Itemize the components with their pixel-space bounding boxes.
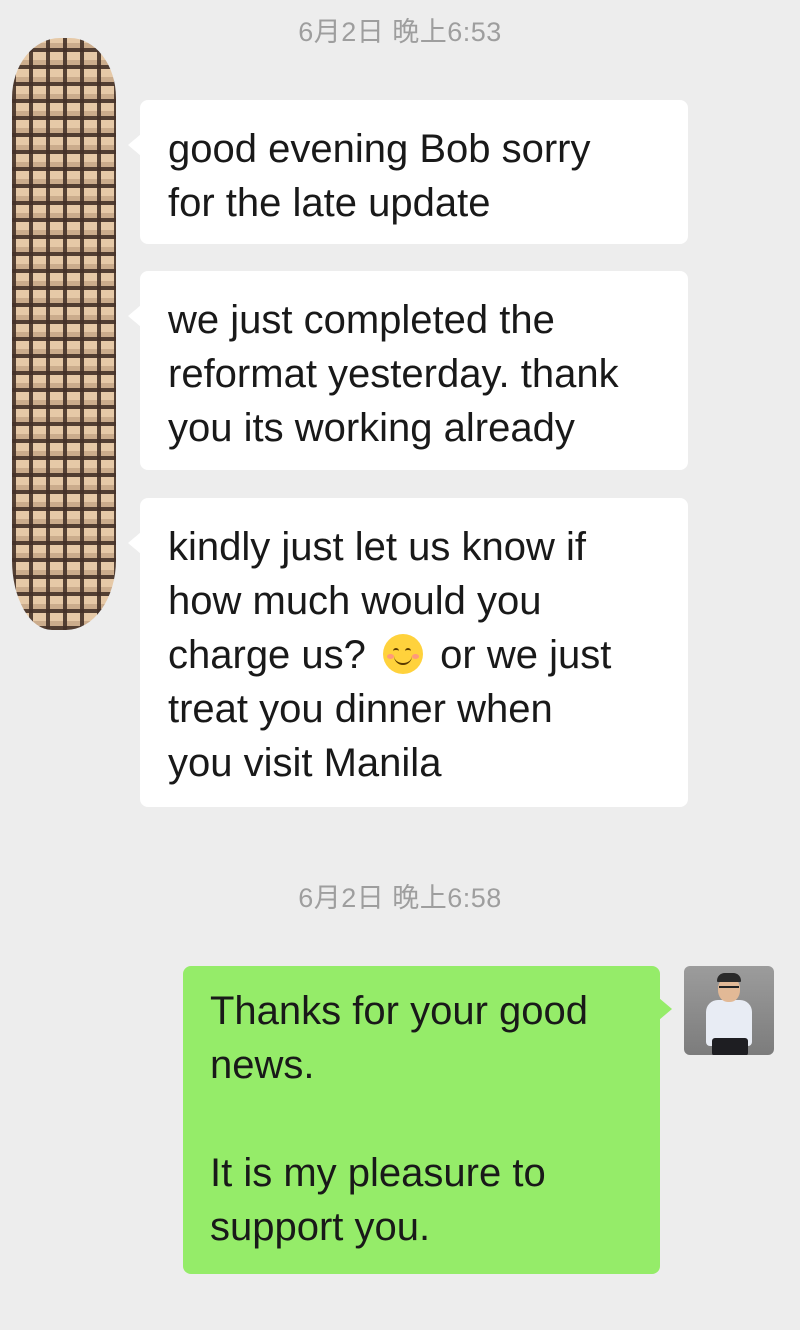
timestamp: 6月2日 晚上6:58: [298, 883, 502, 913]
my-avatar[interactable]: [684, 966, 774, 1055]
outgoing-message-bubble[interactable]: Thanks for your good news. It is my plea…: [183, 966, 672, 1274]
message-text: Thanks for your good news. It is my plea…: [210, 989, 588, 1249]
incoming-message-bubble[interactable]: good evening Bob sorry for the late upda…: [128, 100, 688, 244]
smiling-face-emoji-icon: [383, 634, 424, 674]
incoming-message-bubble[interactable]: kindly just let us know if how much woul…: [128, 498, 688, 807]
timestamp: 6月2日 晚上6:53: [298, 17, 502, 47]
message-text: good evening Bob sorry for the late upda…: [168, 127, 591, 225]
message-text: we just completed the reformat yesterday…: [168, 298, 619, 450]
incoming-message-bubble[interactable]: we just completed the reformat yesterday…: [128, 271, 688, 470]
contact-avatar-redacted[interactable]: [12, 38, 116, 630]
